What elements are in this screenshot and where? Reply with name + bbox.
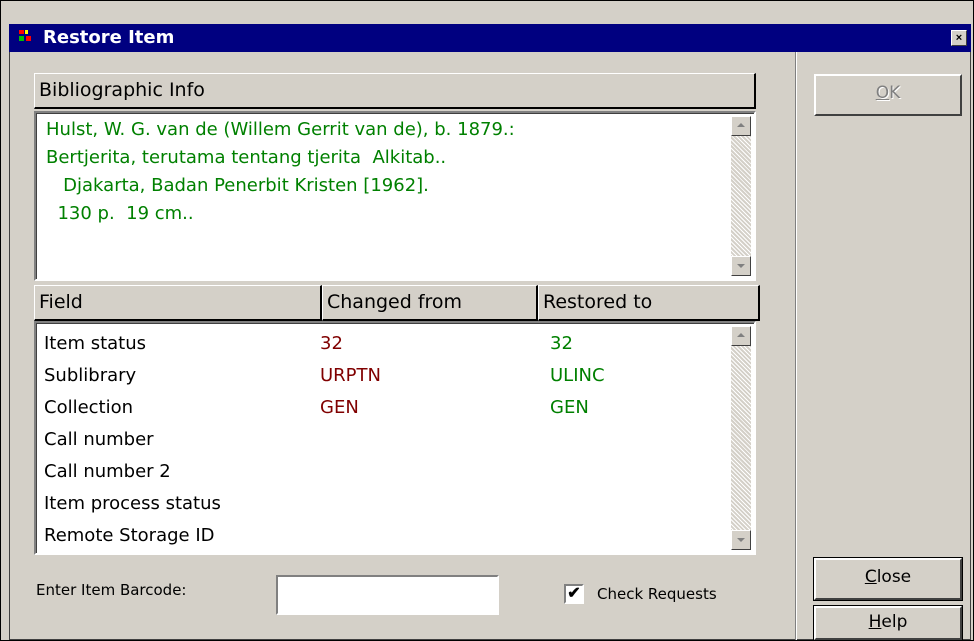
- scroll-down-icon[interactable]: [731, 256, 751, 276]
- bib-line: Djakarta, Badan Penerbit Kristen [1962].: [46, 175, 429, 196]
- changed-from-value: GEN: [320, 397, 359, 418]
- check-requests-checkbox[interactable]: ✔: [564, 584, 584, 604]
- restored-to-value: ULINC: [550, 365, 605, 386]
- restored-to-value: 32: [550, 333, 573, 354]
- field-name: Sublibrary: [44, 365, 137, 386]
- field-name: Call number 2: [44, 461, 171, 482]
- scroll-up-icon[interactable]: [731, 116, 751, 136]
- bib-scrollbar[interactable]: [731, 116, 751, 276]
- checkmark-icon: ✔: [567, 585, 581, 602]
- close-icon[interactable]: ×: [951, 30, 967, 46]
- bibliographic-info-box[interactable]: Hulst, W. G. van de (Willem Gerrit van d…: [34, 111, 756, 281]
- column-header-restored-to[interactable]: Restored to: [538, 285, 760, 321]
- check-requests-label: Check Requests: [597, 585, 717, 603]
- divider: [795, 52, 797, 640]
- field-name: Remote Storage ID: [44, 525, 215, 546]
- changed-from-value: URPTN: [320, 365, 381, 386]
- restored-to-value: GEN: [550, 397, 589, 418]
- barcode-label: Enter Item Barcode:: [36, 581, 187, 599]
- field-name: Collection: [44, 397, 134, 418]
- bib-line: Hulst, W. G. van de (Willem Gerrit van d…: [46, 119, 515, 140]
- fields-list[interactable]: Item status 32 32 Sublibrary URPTN ULINC…: [34, 321, 756, 555]
- scroll-up-icon[interactable]: [731, 326, 751, 346]
- scroll-down-icon[interactable]: [731, 530, 751, 550]
- app-icon: [19, 30, 31, 41]
- bib-line: Bertjerita, terutama tentang tjerita Alk…: [46, 147, 447, 168]
- field-name: Item status: [44, 333, 147, 354]
- field-name: Item process status: [44, 493, 221, 514]
- title-bar[interactable]: Restore Item ×: [9, 24, 971, 52]
- changed-from-value: 32: [320, 333, 343, 354]
- fields-scrollbar[interactable]: [731, 326, 751, 550]
- bib-line: 130 p. 19 cm..: [46, 203, 194, 224]
- field-name: Call number: [44, 429, 154, 450]
- column-header-field[interactable]: Field: [34, 285, 322, 321]
- barcode-input[interactable]: [276, 575, 499, 615]
- window-title: Restore Item: [43, 27, 175, 48]
- ok-button[interactable]: OK: [814, 74, 962, 116]
- column-header-changed-from[interactable]: Changed from: [322, 285, 538, 321]
- help-button[interactable]: Help: [813, 605, 963, 641]
- close-button[interactable]: Close: [813, 557, 963, 601]
- bibliographic-info-header: Bibliographic Info: [34, 73, 756, 109]
- restore-item-dialog: Restore Item × Bibliographic Info Hulst,…: [0, 0, 974, 641]
